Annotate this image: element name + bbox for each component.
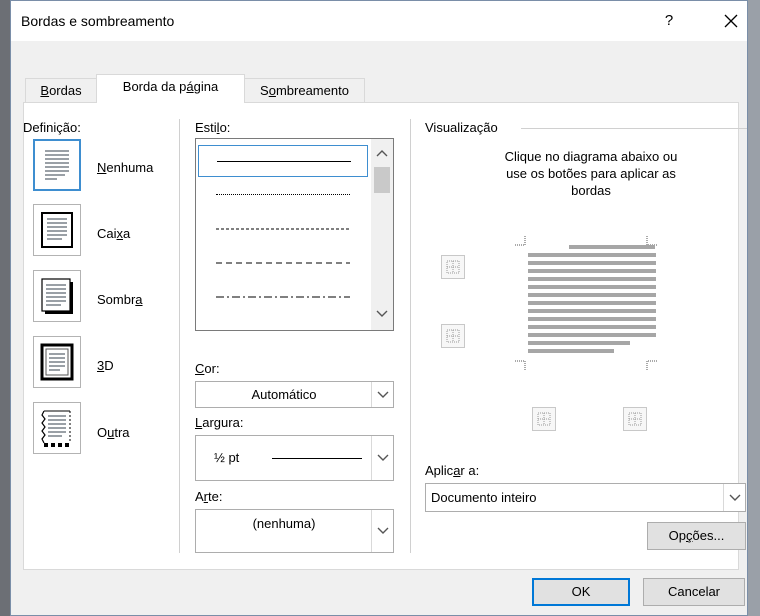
background-window-edge-right [748, 0, 760, 616]
art-dropdown[interactable]: (nenhuma) [195, 509, 394, 553]
left-border-icon [537, 412, 551, 426]
scroll-down-arrow-icon[interactable] [371, 303, 393, 323]
width-value: ½ pt [214, 450, 240, 465]
help-button[interactable]: ? [657, 9, 681, 33]
setting-label: Definição: [23, 120, 81, 135]
chevron-down-icon [377, 527, 389, 534]
setting-3d-label[interactable]: 3D [97, 358, 114, 373]
color-dropdown-arrow[interactable] [371, 382, 393, 407]
right-border-button[interactable] [623, 407, 647, 431]
background-window-edge-left [0, 0, 10, 616]
tab-label-mnemonic: B [40, 83, 50, 98]
tab-label: gina [193, 79, 219, 94]
art-value: (nenhuma) [252, 516, 316, 531]
scroll-thumb[interactable] [374, 167, 390, 193]
setting-shadow-button[interactable] [33, 270, 81, 322]
setting-box-label[interactable]: Caixa [97, 226, 130, 241]
apply-to-label: Aplicar a: [425, 463, 480, 478]
close-button[interactable] [717, 9, 745, 33]
tab-label: mbreamento [275, 83, 349, 98]
setting-shadow-label[interactable]: Sombra [97, 292, 143, 307]
page-none-icon [40, 146, 74, 184]
color-dropdown[interactable]: Automático [195, 381, 394, 408]
preview-groupline [521, 128, 747, 129]
setting-custom-button[interactable] [33, 402, 81, 454]
borders-shading-dialog: Bordas e sombreamento ? Bordas Borda da … [10, 0, 748, 616]
tab-label-mnemonic: o [268, 83, 276, 98]
chevron-down-icon [729, 494, 741, 501]
apply-to-value: Documento inteiro [431, 490, 537, 505]
style-option-dotted[interactable] [198, 179, 368, 209]
left-border-button[interactable] [532, 407, 556, 431]
art-dropdown-arrow[interactable] [371, 510, 393, 552]
color-label: Cor: [195, 361, 220, 376]
tab-label: Borda da p [122, 79, 187, 94]
page-shadow-icon [41, 278, 73, 314]
art-label: Arte: [195, 489, 223, 504]
style-option-dashed-short[interactable] [198, 213, 368, 243]
width-line-preview [272, 458, 362, 459]
cancel-button[interactable]: Cancelar [643, 578, 745, 606]
apply-to-dropdown-arrow[interactable] [723, 484, 745, 511]
style-option-solid[interactable] [198, 145, 368, 177]
style-option-dash-dot[interactable] [198, 281, 368, 311]
preview-instructions: Clique no diagrama abaixo ou use os botõ… [461, 148, 721, 199]
color-value: Automático [251, 387, 317, 402]
bottom-border-button[interactable] [441, 324, 465, 348]
scroll-up-arrow-icon[interactable] [371, 143, 393, 163]
tab-label: ordas [49, 83, 82, 98]
setting-3d-button[interactable] [33, 336, 81, 388]
top-border-icon [446, 260, 460, 274]
bottom-border-icon [446, 329, 460, 343]
preview-page [515, 235, 657, 371]
setting-box-button[interactable] [33, 204, 81, 256]
close-icon [724, 14, 738, 28]
tab-label: S [260, 83, 269, 98]
preview-instructions-line: use os botões para aplicar as [506, 166, 676, 181]
width-label: Largura: [195, 415, 244, 430]
page-box-icon [41, 212, 73, 248]
right-border-icon [628, 412, 642, 426]
preview-label: Visualização [425, 120, 498, 135]
preview-diagram[interactable] [511, 229, 661, 371]
preview-instructions-line: Clique no diagrama abaixo ou [504, 149, 678, 164]
chevron-down-icon [377, 454, 389, 461]
setting-none-button[interactable] [33, 139, 81, 191]
page-custom-icon [41, 410, 71, 447]
tab-bordas[interactable]: Bordas [25, 78, 97, 102]
style-scrollbar[interactable] [371, 139, 393, 330]
width-dropdown-arrow[interactable] [371, 436, 393, 480]
tab-label-mnemonic: á [186, 79, 194, 94]
title-bar: Bordas e sombreamento ? [11, 1, 747, 41]
width-dropdown[interactable]: ½ pt [195, 435, 394, 481]
style-listbox[interactable] [195, 138, 394, 331]
apply-to-dropdown[interactable]: Documento inteiro [425, 483, 746, 512]
tab-sombreamento[interactable]: Sombreamento [244, 78, 365, 102]
separator [179, 119, 180, 553]
separator [410, 119, 411, 553]
tab-borda-da-pagina[interactable]: Borda da página [96, 74, 245, 103]
style-option-dashed[interactable] [198, 247, 368, 277]
options-button[interactable]: Opções... [647, 522, 746, 550]
page-3d-icon [40, 343, 74, 381]
style-label: Estilo: [195, 120, 231, 135]
setting-custom-label[interactable]: Outra [97, 425, 130, 440]
chevron-down-icon [377, 391, 389, 398]
setting-none-label[interactable]: Nenhuma [97, 160, 153, 175]
ok-button[interactable]: OK [532, 578, 630, 606]
top-border-button[interactable] [441, 255, 465, 279]
dialog-title: Bordas e sombreamento [21, 13, 175, 29]
preview-instructions-line: bordas [571, 183, 611, 198]
